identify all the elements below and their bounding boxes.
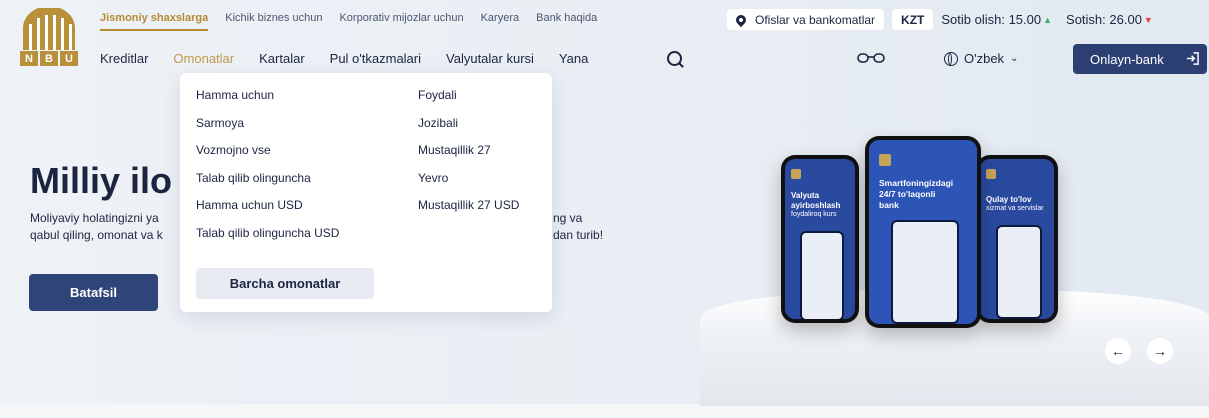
phone-logo-icon xyxy=(986,169,996,179)
deposits-dropdown: Hamma uchun Sarmoya Vozmojno vse Talab q… xyxy=(180,73,552,312)
globe-icon xyxy=(944,51,958,66)
nav-item-credits[interactable]: Kreditlar xyxy=(100,51,148,66)
hero-subtitle-tail1: ng va xyxy=(553,211,583,225)
buy-rate: Sotib olish: 15.00 ▲ xyxy=(941,12,1052,27)
nav-item-cards[interactable]: Kartalar xyxy=(259,51,305,66)
segment-tab-about-bank[interactable]: Bank haqida xyxy=(536,12,597,31)
logo-letters: N B U xyxy=(20,51,78,66)
phone-right-mockup xyxy=(996,225,1042,319)
language-selector[interactable]: O'zbek ⌄ xyxy=(944,51,1018,66)
phone-right: Qulay to'lov xizmat va servislar xyxy=(976,155,1058,323)
segment-tab-individuals[interactable]: Jismoniy shaxslarga xyxy=(100,12,209,31)
menu-item-sarmoya[interactable]: Sarmoya xyxy=(196,116,339,144)
phone-center-line2: 24/7 to'laqonli xyxy=(879,189,936,199)
menu-item-mustaqillik-27[interactable]: Mustaqillik 27 xyxy=(418,143,519,171)
menu-item-mustaqillik-27-usd[interactable]: Mustaqillik 27 USD xyxy=(418,198,519,226)
all-deposits-button[interactable]: Barcha omonatlar xyxy=(196,268,374,299)
sell-rate: Sotish: 26.00 ▼ xyxy=(1066,12,1153,27)
online-bank-label: Onlayn-bank xyxy=(1090,51,1164,67)
menu-item-yevro[interactable]: Yevro xyxy=(418,171,519,199)
offices-button[interactable]: Ofislar va bankomatlar xyxy=(727,9,885,30)
sell-rate-label: Sotish: 26.00 xyxy=(1066,12,1142,27)
location-pin-icon xyxy=(733,12,749,27)
phone-left-line2: ayirboshlash xyxy=(791,201,841,210)
segment-tab-corporate[interactable]: Korporativ mijozlar uchun xyxy=(339,12,463,31)
phone-right-line1: Qulay to'lov xyxy=(986,195,1032,204)
chevron-down-icon: ⌄ xyxy=(1010,53,1019,64)
phone-left-mockup xyxy=(800,231,844,319)
login-icon xyxy=(1186,52,1199,65)
menu-item-jozibali[interactable]: Jozibali xyxy=(418,116,519,144)
currency-selector[interactable]: KZT xyxy=(892,9,934,30)
segment-tab-small-business[interactable]: Kichik biznes uchun xyxy=(225,12,322,31)
phone-center-screen: Smartfoningizdagi 24/7 to'laqonli bank xyxy=(869,140,977,324)
phone-right-line2: xizmat va servislar xyxy=(986,205,1044,212)
carousel-prev-button[interactable]: ← xyxy=(1105,338,1131,364)
menu-item-talab-qilib[interactable]: Talab qilib olinguncha xyxy=(196,171,339,199)
hero-title: Milliy ilo xyxy=(30,160,173,201)
phone-left-line1: Valyuta xyxy=(791,191,820,200)
arrow-left-icon: ← xyxy=(1111,343,1125,359)
phone-center-line3: bank xyxy=(879,200,899,210)
main-nav: Kreditlar Omonatlar Kartalar Pul o'tkazm… xyxy=(100,51,588,66)
phone-right-screen: Qulay to'lov xizmat va servislar xyxy=(980,159,1054,319)
phone-center-line1: Smartfoningizdagi xyxy=(879,178,954,188)
logo-letter-u: U xyxy=(60,51,78,66)
phone-center: Smartfoningizdagi 24/7 to'laqonli bank xyxy=(865,136,981,328)
menu-item-hamma-uchun-usd[interactable]: Hamma uchun USD xyxy=(196,198,339,226)
segment-nav: Jismoniy shaxslarga Kichik biznes uchun … xyxy=(100,12,597,31)
phone-logo-icon xyxy=(879,154,891,166)
details-button[interactable]: Batafsil xyxy=(29,274,158,311)
logo-letter-b: B xyxy=(40,51,58,66)
arrow-up-icon: ▲ xyxy=(1043,14,1053,25)
phone-logo-icon xyxy=(791,169,801,179)
buy-rate-label: Sotib olish: 15.00 xyxy=(941,12,1042,27)
page-bottom-strip xyxy=(0,404,1209,418)
arrow-right-icon: → xyxy=(1153,343,1167,359)
menu-item-vozmojno-vse[interactable]: Vozmojno vse xyxy=(196,143,339,171)
dropdown-right-column: Foydali Jozibali Mustaqillik 27 Yevro Mu… xyxy=(418,88,519,226)
phone-center-mockup xyxy=(890,220,960,324)
arrow-down-icon: ▼ xyxy=(1143,14,1153,25)
header-utility-bar: Ofislar va bankomatlar KZT Sotib olish: … xyxy=(727,9,1153,30)
logo-letter-n: N xyxy=(20,51,38,66)
menu-item-foydali[interactable]: Foydali xyxy=(418,88,519,116)
nav-item-deposits[interactable]: Omonatlar xyxy=(173,51,234,66)
menu-item-talab-qilib-usd[interactable]: Talab qilib olinguncha USD xyxy=(196,226,339,254)
language-label: O'zbek xyxy=(964,51,1005,66)
phone-left-screen: Valyuta ayirboshlash foydaliroq kurs xyxy=(785,159,855,319)
carousel-next-button[interactable]: → xyxy=(1147,338,1173,364)
segment-tab-career[interactable]: Karyera xyxy=(481,12,520,31)
nav-item-transfers[interactable]: Pul o'tkazmalari xyxy=(330,51,421,66)
online-bank-button[interactable]: Onlayn-bank xyxy=(1073,44,1207,74)
nav-item-more[interactable]: Yana xyxy=(559,51,588,66)
nbu-logo[interactable]: N B U xyxy=(20,6,78,68)
menu-item-hamma-uchun[interactable]: Hamma uchun xyxy=(196,88,339,116)
dropdown-left-column: Hamma uchun Sarmoya Vozmojno vse Talab q… xyxy=(196,88,339,253)
accessibility-glasses-icon[interactable] xyxy=(857,52,885,64)
search-icon[interactable] xyxy=(667,51,682,66)
hero-subtitle-tail2: dan turib! xyxy=(553,228,604,242)
bank-building-icon xyxy=(23,6,75,50)
hero-subtitle-line1: Moliyaviy holatingizni ya xyxy=(30,211,159,225)
phone-left: Valyuta ayirboshlash foydaliroq kurs xyxy=(781,155,859,323)
hero-subtitle-line2: qabul qiling, omonat va k xyxy=(30,228,163,242)
phone-left-line3: foydaliroq kurs xyxy=(791,211,837,218)
nav-item-exchange-rates[interactable]: Valyutalar kursi xyxy=(446,51,534,66)
offices-label: Ofislar va bankomatlar xyxy=(755,12,876,27)
